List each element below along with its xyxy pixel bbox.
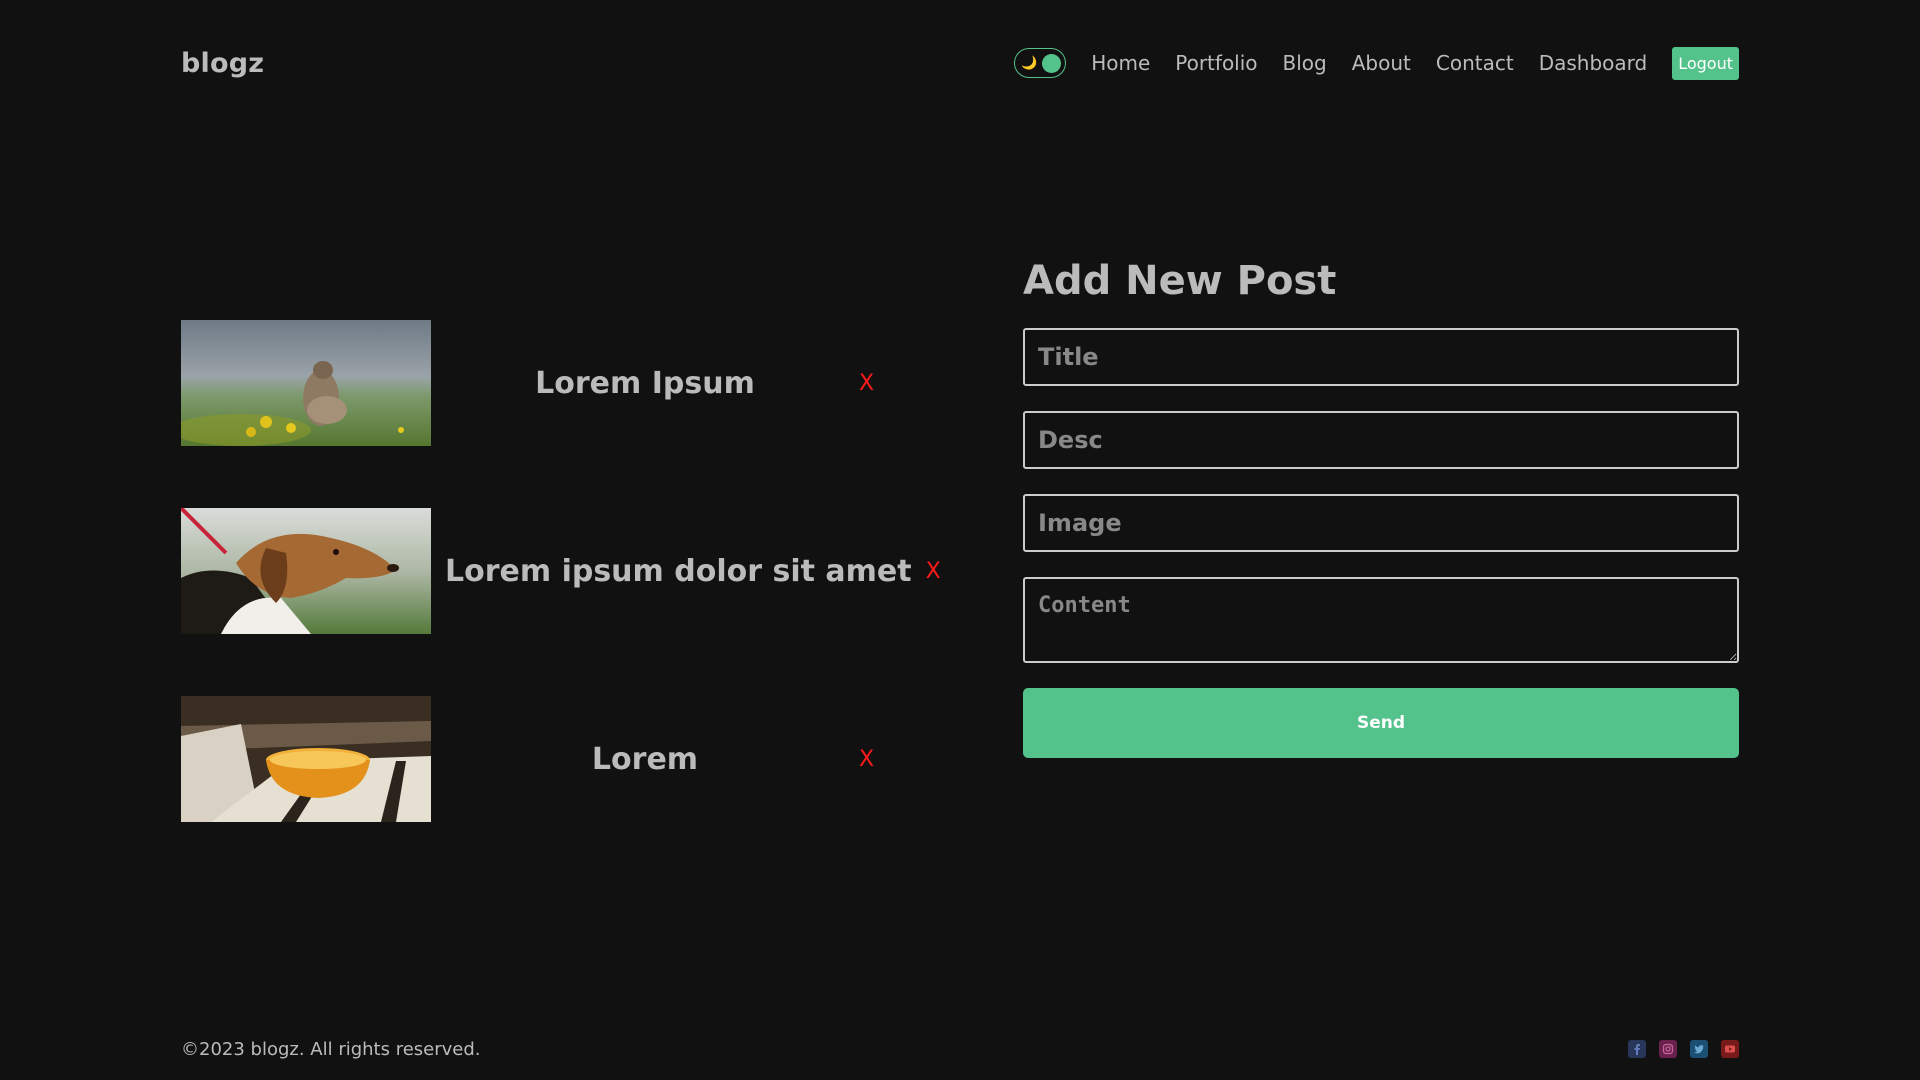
post-thumbnail-marmot (181, 320, 431, 446)
toggle-knob (1042, 53, 1062, 73)
posts-list: Lorem Ipsum X Lorem ipsum dolor sit amet… (181, 320, 941, 884)
nav-links: 🌙 Home Portfolio Blog About Contact Dash… (1014, 46, 1739, 80)
delete-post-button[interactable]: X (859, 371, 899, 396)
post-title[interactable]: Lorem (431, 742, 859, 777)
instagram-icon[interactable] (1659, 1040, 1677, 1058)
nav-link-contact[interactable]: Contact (1436, 51, 1514, 75)
copyright-text: ©2023 blogz. All rights reserved. (181, 1038, 481, 1060)
nav-link-dashboard[interactable]: Dashboard (1539, 51, 1648, 75)
send-button[interactable]: Send (1023, 688, 1739, 758)
moon-icon: 🌙 (1021, 55, 1038, 71)
post-item: Lorem Ipsum X (181, 320, 911, 446)
facebook-icon[interactable] (1628, 1040, 1646, 1058)
post-thumbnail-beagle (181, 508, 431, 634)
post-thumbnail-dessert (181, 696, 431, 822)
page: blogz 🌙 Home Portfolio Blog About Contac… (0, 0, 1920, 1080)
title-input[interactable] (1023, 328, 1739, 386)
theme-toggle[interactable]: 🌙 (1014, 48, 1067, 78)
navbar: blogz 🌙 Home Portfolio Blog About Contac… (181, 38, 1739, 88)
post-title[interactable]: Lorem Ipsum (431, 366, 859, 401)
post-title[interactable]: Lorem ipsum dolor sit amet (431, 554, 926, 589)
footer: ©2023 blogz. All rights reserved. (181, 1035, 1739, 1063)
nav-link-about[interactable]: About (1352, 51, 1411, 75)
desc-input[interactable] (1023, 411, 1739, 469)
image-input[interactable] (1023, 494, 1739, 552)
nav-link-blog[interactable]: Blog (1283, 51, 1327, 75)
nav-link-portfolio[interactable]: Portfolio (1175, 51, 1257, 75)
form-heading: Add New Post (1023, 258, 1337, 304)
delete-post-button[interactable]: X (926, 559, 941, 584)
logout-button[interactable]: Logout (1672, 46, 1739, 80)
content-textarea[interactable] (1023, 577, 1739, 663)
add-post-form: Add New Post Send (1023, 258, 1739, 758)
twitter-icon[interactable] (1690, 1040, 1708, 1058)
delete-post-button[interactable]: X (859, 747, 899, 772)
post-item: Lorem ipsum dolor sit amet X (181, 508, 941, 634)
social-links (1615, 1040, 1739, 1058)
nav-link-home[interactable]: Home (1091, 51, 1150, 75)
post-item: Lorem X (181, 696, 911, 822)
youtube-icon[interactable] (1721, 1040, 1739, 1058)
site-logo[interactable]: blogz (181, 48, 264, 79)
